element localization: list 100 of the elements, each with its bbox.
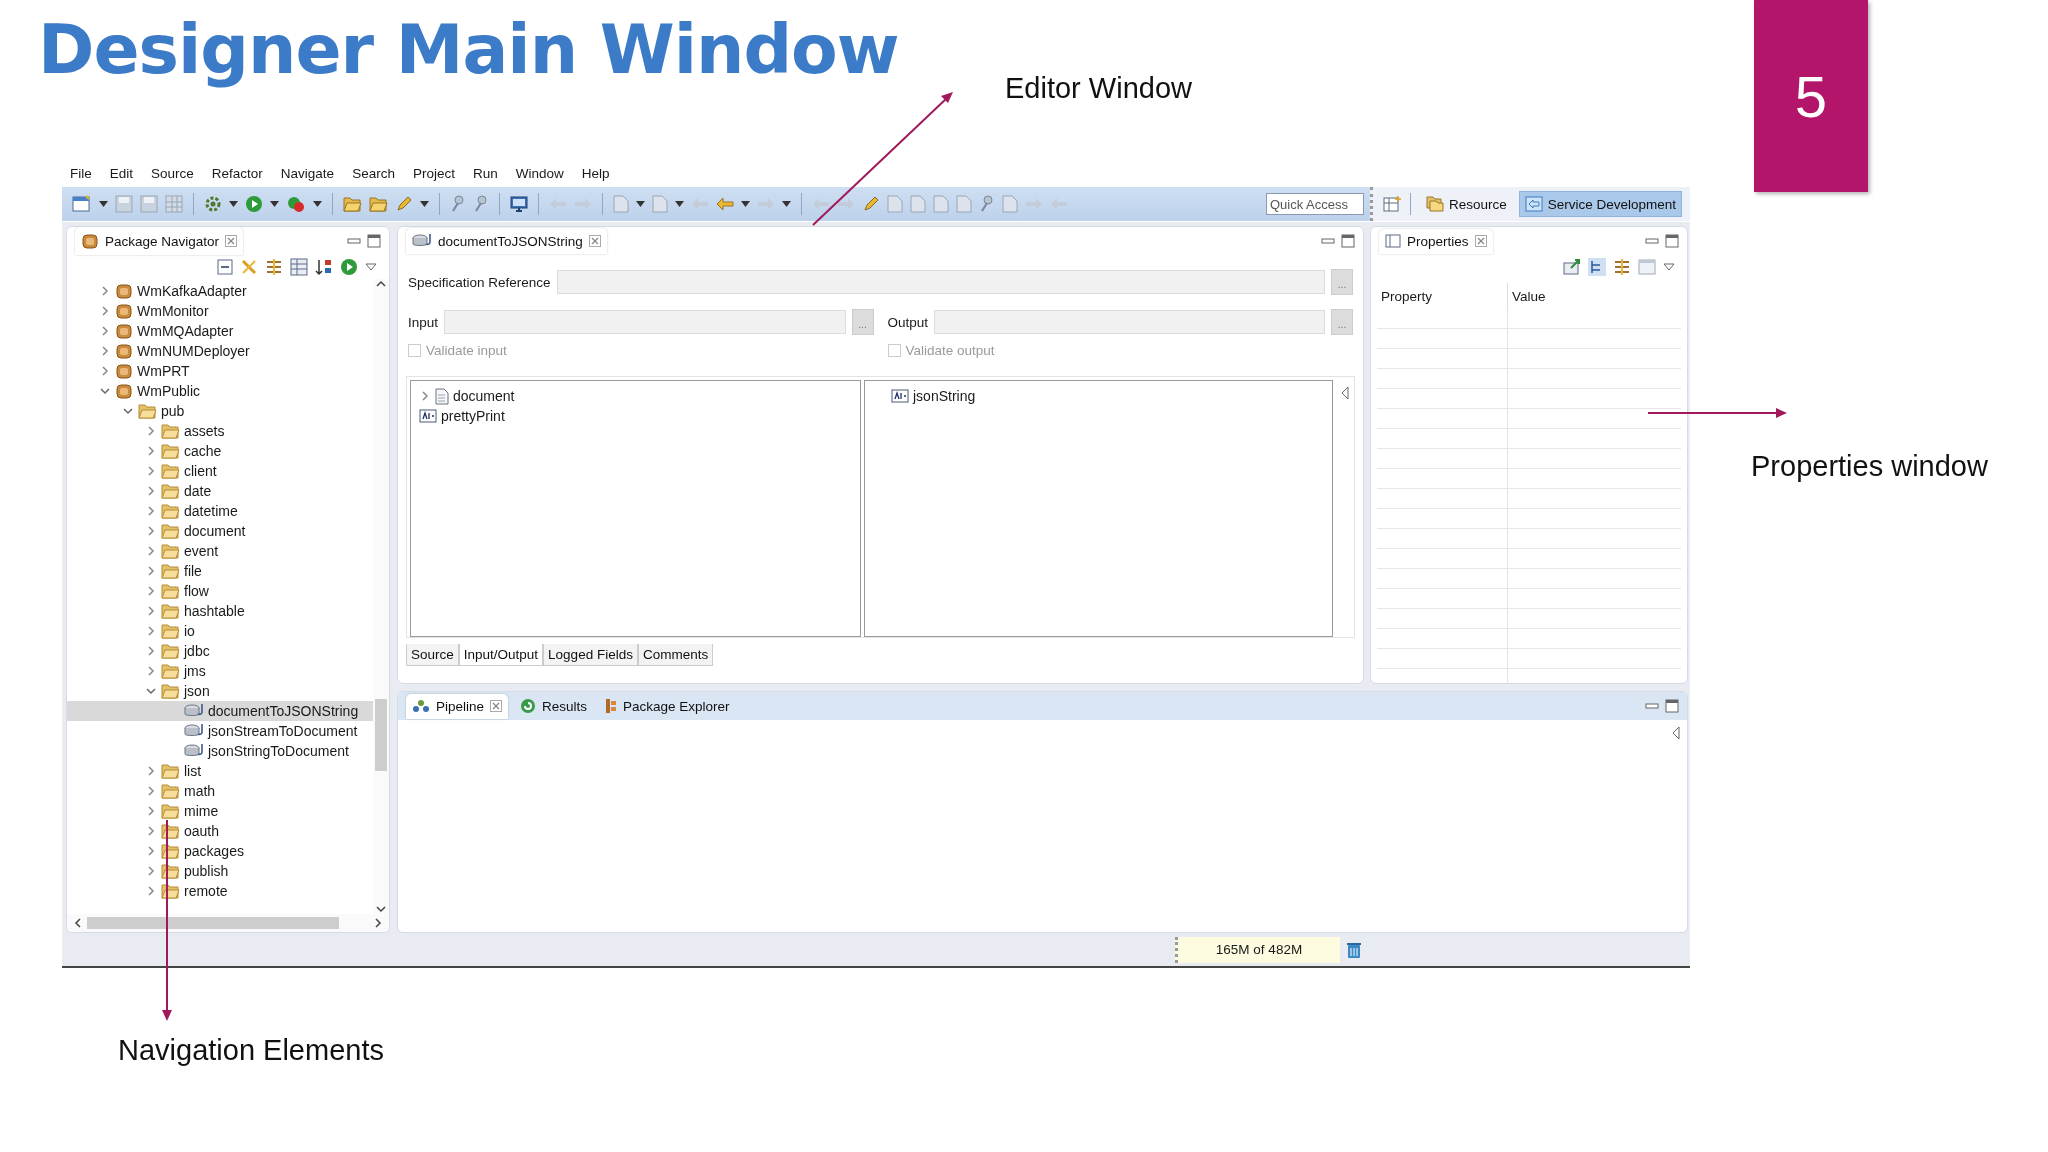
tree-item[interactable]: cache	[67, 441, 373, 461]
trash-icon[interactable]	[1346, 940, 1362, 959]
circles-icon[interactable]	[286, 195, 306, 213]
pencil-icon[interactable]	[395, 195, 413, 213]
chevron-right-icon[interactable]	[99, 325, 111, 337]
menu-item[interactable]: Run	[472, 163, 498, 183]
close-icon[interactable]	[588, 235, 601, 247]
tree-item[interactable]: jdbc	[67, 641, 373, 661]
close-icon[interactable]	[1474, 235, 1487, 247]
chevron-right-icon[interactable]	[145, 425, 157, 437]
menu-item[interactable]: Source	[151, 163, 194, 183]
chevron-right-icon[interactable]	[145, 665, 157, 677]
editor-tab[interactable]: Input/Output	[458, 644, 544, 666]
window-icon[interactable]	[72, 195, 92, 213]
chevron-right-icon[interactable]	[145, 765, 157, 777]
chevron-right-icon[interactable]	[419, 390, 431, 402]
tree-item[interactable]: document	[419, 386, 852, 406]
tree-item[interactable]: file	[67, 561, 373, 581]
dropdown-icon[interactable]	[1663, 263, 1675, 271]
chevron-right-icon[interactable]	[145, 545, 157, 557]
sort-icon[interactable]	[315, 258, 333, 276]
tree-item[interactable]: jsonString	[891, 386, 1324, 406]
play-icon[interactable]	[245, 195, 263, 213]
monitor-icon[interactable]	[510, 195, 528, 213]
chevron-down-icon[interactable]	[99, 385, 111, 397]
tree-item[interactable]: assets	[67, 421, 373, 441]
tree-item[interactable]: WmMQAdapter	[67, 321, 373, 341]
menu-item[interactable]: Project	[412, 163, 455, 183]
tree-item[interactable]: WmPRT	[67, 361, 373, 381]
tree-item[interactable]: list	[67, 761, 373, 781]
tree-item[interactable]: flow	[67, 581, 373, 601]
close-icon[interactable]	[225, 235, 238, 247]
tree-item[interactable]: mime	[67, 801, 373, 821]
quick-access-field[interactable]: Quick Access	[1266, 193, 1364, 215]
chevron-right-icon[interactable]	[145, 485, 157, 497]
gear-icon[interactable]	[204, 195, 222, 213]
caret-icon[interactable]	[229, 201, 238, 207]
maximize-icon[interactable]	[1665, 699, 1679, 713]
chevron-right-icon[interactable]	[145, 445, 157, 457]
export-icon[interactable]	[1563, 259, 1581, 275]
chevron-right-icon[interactable]	[145, 785, 157, 797]
tree-item[interactable]: json	[67, 681, 373, 701]
menu-item[interactable]: Navigate	[280, 163, 335, 183]
chevron-right-icon[interactable]	[145, 845, 157, 857]
minimize-icon[interactable]	[347, 236, 361, 246]
chevron-right-icon[interactable]	[145, 525, 157, 537]
arrow-left-icon[interactable]	[812, 197, 830, 211]
menu-item[interactable]: Edit	[109, 163, 134, 183]
output-field[interactable]	[934, 310, 1325, 334]
chevron-right-icon[interactable]	[145, 605, 157, 617]
chevron-right-icon[interactable]	[145, 465, 157, 477]
maximize-icon[interactable]	[1341, 234, 1355, 248]
tree-item[interactable]: jsonStreamToDocument	[67, 721, 373, 741]
caret-icon[interactable]	[99, 201, 108, 207]
chevron-right-icon[interactable]	[145, 565, 157, 577]
tree-item[interactable]: client	[67, 461, 373, 481]
chevron-right-icon[interactable]	[99, 285, 111, 297]
minimize-icon[interactable]	[1321, 236, 1335, 246]
collapse-all-icon[interactable]	[217, 259, 233, 275]
caret-icon[interactable]	[636, 201, 645, 207]
scroll-up-icon[interactable]	[375, 279, 387, 289]
tree-item[interactable]: WmKafkaAdapter	[67, 281, 373, 301]
caret-icon[interactable]	[270, 201, 279, 207]
caret-icon[interactable]	[675, 201, 684, 207]
chevron-right-icon[interactable]	[145, 585, 157, 597]
menu-item[interactable]: File	[70, 163, 92, 183]
caret-icon[interactable]	[313, 201, 322, 207]
tree-item[interactable]: jms	[67, 661, 373, 681]
maximize-icon[interactable]	[367, 234, 381, 248]
tree-item[interactable]: hashtable	[67, 601, 373, 621]
arrow-right-icon[interactable]	[837, 197, 855, 211]
chevron-right-icon[interactable]	[99, 345, 111, 357]
dropdown-icon[interactable]	[365, 263, 377, 271]
panel-tab[interactable]: Properties	[1379, 228, 1493, 254]
scrollbar[interactable]	[373, 279, 389, 914]
tree-item[interactable]: oauth	[67, 821, 373, 841]
menu-item[interactable]: Window	[515, 163, 564, 183]
tree-item[interactable]: pub	[67, 401, 373, 421]
tree-item[interactable]: publish	[67, 861, 373, 881]
chevron-down-icon[interactable]	[145, 685, 157, 697]
menu-item[interactable]: Refactor	[211, 163, 263, 183]
caret-icon[interactable]	[741, 201, 750, 207]
editor-tab[interactable]: Logged Fields	[543, 644, 638, 666]
panel-tab[interactable]: Results	[514, 693, 594, 719]
tree-item[interactable]: documentToJSONString	[67, 701, 373, 721]
perspective-button[interactable]: Service Development	[1518, 191, 1683, 217]
input-field[interactable]	[444, 310, 846, 334]
collapse-icon[interactable]	[1671, 726, 1681, 740]
tree-item[interactable]: io	[67, 621, 373, 641]
browse-button[interactable]: ...	[1331, 269, 1353, 295]
scroll-left-icon[interactable]	[73, 917, 83, 929]
panel-tab[interactable]: Package Explorer	[599, 693, 736, 719]
perspective-button[interactable]: Resource	[1420, 191, 1513, 217]
tree-item[interactable]: prettyPrint	[419, 406, 852, 426]
editor-tab[interactable]: Comments	[637, 644, 714, 666]
arrow-left-icon[interactable]	[716, 197, 734, 211]
tree-item[interactable]: WmPublic	[67, 381, 373, 401]
tree-item[interactable]: remote	[67, 881, 373, 901]
scrollbar[interactable]	[67, 914, 389, 932]
tree-item[interactable]: WmNUMDeployer	[67, 341, 373, 361]
